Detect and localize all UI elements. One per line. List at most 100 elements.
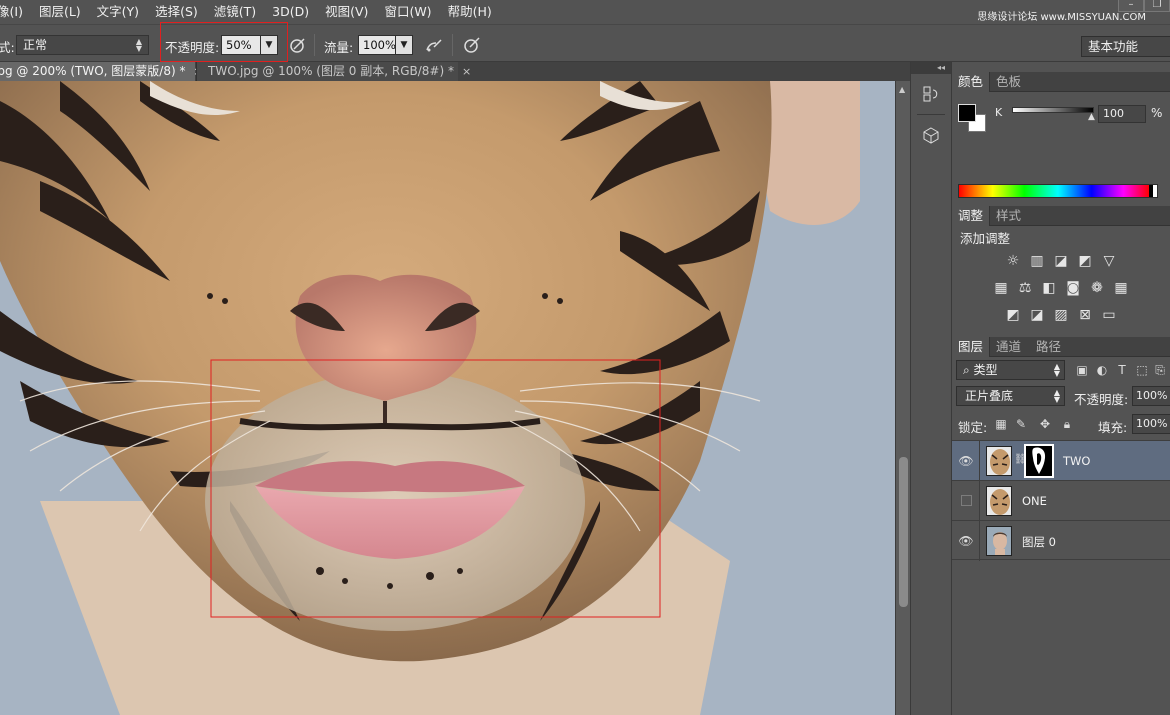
separator (314, 34, 315, 56)
scroll-up-icon[interactable]: ▲ (899, 85, 905, 94)
layer-thumbnail (986, 526, 1012, 556)
document-tabs: jpg @ 200% (TWO, 图层蒙版/8) *× TWO.jpg @ 10… (0, 62, 910, 81)
k-value-input[interactable]: 100 (1098, 105, 1146, 123)
scrollbar-thumb[interactable] (899, 457, 908, 607)
layers-panel-tabs: 图层 通道 路径 (952, 337, 1170, 357)
photo-filter-icon[interactable]: ◙ (1064, 279, 1082, 297)
layer-row-layer0[interactable]: 👁︎ 图层 0 (952, 520, 1170, 561)
exposure-icon[interactable]: ◩ (1076, 252, 1094, 270)
layer-mask-thumbnail[interactable] (1024, 444, 1054, 478)
layer-row-one[interactable]: ONE (952, 480, 1170, 521)
invert-icon[interactable]: ◩ (1004, 306, 1022, 324)
layer-blend-mode-dropdown[interactable]: 正片叠底 ▲ ▼ (956, 386, 1065, 406)
shape-filter-icon[interactable]: ⬚ (1134, 362, 1150, 378)
posterize-icon[interactable]: ◪ (1028, 306, 1046, 324)
flow-dropdown-button[interactable]: ▼ (395, 35, 413, 55)
search-icon: ⌕ (963, 363, 974, 377)
slider-thumb-icon[interactable]: ▲ (1088, 112, 1095, 122)
layer-thumbnail (986, 486, 1012, 516)
threshold-icon[interactable]: ▨ (1052, 306, 1070, 324)
menu-help[interactable]: 帮助(H) (440, 0, 500, 24)
separator (452, 34, 453, 56)
collapsed-panel-strip: ◂◂ (910, 62, 952, 715)
tab-two-jpg[interactable]: TWO.jpg @ 100% (图层 0 副本, RGB/8#) * × (196, 62, 471, 81)
gradient-map-icon[interactable]: ▭ (1100, 306, 1118, 324)
blend-mode-dropdown[interactable]: 正常 ▲ ▼ (16, 35, 149, 55)
tab-label: TWO.jpg @ 100% (图层 0 副本, RGB/8#) * (208, 64, 454, 78)
levels-icon[interactable]: ▥ (1028, 252, 1046, 270)
vibrance-icon[interactable]: ▦ (992, 279, 1010, 297)
menu-window[interactable]: 窗口(W) (376, 0, 439, 24)
add-adjustment-title: 添加调整 (960, 231, 1011, 246)
divider (979, 441, 980, 481)
layer-name: TWO (1063, 454, 1091, 468)
airbrush-pressure-icon[interactable] (288, 35, 308, 55)
smart-object-filter-icon[interactable]: ⎘ (1152, 362, 1168, 378)
k-channel-label: K (995, 106, 1003, 119)
tab-channels[interactable]: 通道 (990, 337, 1027, 357)
layer-filter-dropdown[interactable]: ⌕ 类型 ▲ ▼ (956, 360, 1065, 380)
right-panels: 颜色 色板 K ▲ 100 % 调整 样式 添加调整 ☼ ▥ ◪ ◩ ▽ ▦ ⚖… (952, 62, 1170, 715)
vertical-scrollbar[interactable]: ▲ (895, 81, 910, 715)
lock-label: 锁定: (958, 420, 988, 435)
menu-view[interactable]: 视图(V) (317, 0, 376, 24)
layer-opacity-label: 不透明度: (1074, 392, 1129, 407)
color-spectrum-bar[interactable] (958, 184, 1158, 198)
menu-image[interactable]: 像(I) (0, 0, 31, 24)
collapse-icon[interactable]: ◂◂ (911, 62, 951, 74)
color-panel-tabs: 颜色 色板 (952, 72, 1170, 92)
lookup-icon[interactable]: ▦ (1112, 279, 1130, 297)
menu-filter[interactable]: 滤镜(T) (206, 0, 264, 24)
triangle-icon[interactable]: ▽ (1100, 252, 1118, 270)
tab-swatches[interactable]: 色板 (990, 72, 1027, 92)
tab-adjustments[interactable]: 调整 (952, 206, 991, 226)
3d-panel-icon[interactable] (919, 125, 943, 149)
adjustment-row-2: ▦ ⚖ ◧ ◙ ❁ ▦ (952, 279, 1170, 297)
restore-icon[interactable]: ❐ (1144, 0, 1170, 12)
menu-layer[interactable]: 图层(L) (31, 0, 89, 24)
adjustment-filter-icon[interactable]: ◐ (1094, 362, 1110, 378)
tab-styles[interactable]: 样式 (990, 206, 1027, 226)
flow-input[interactable]: 100% (358, 35, 396, 55)
mode-label: 式: (0, 40, 15, 55)
tab-two-mask[interactable]: jpg @ 200% (TWO, 图层蒙版/8) *× (0, 62, 203, 81)
lock-image-icon[interactable]: ✎ (1014, 417, 1028, 431)
lock-transparent-icon[interactable]: ▦ (994, 417, 1008, 431)
history-icon[interactable] (919, 84, 943, 108)
type-filter-icon[interactable]: T (1114, 362, 1130, 378)
pixel-filter-icon[interactable]: ▣ (1074, 362, 1090, 378)
blend-mode-value: 正常 (23, 38, 48, 52)
eye-icon[interactable]: 👁︎ (958, 533, 974, 549)
tab-paths[interactable]: 路径 (1030, 337, 1067, 357)
foreground-color-swatch[interactable] (958, 104, 976, 122)
divider (979, 481, 980, 521)
tab-layers[interactable]: 图层 (952, 337, 991, 357)
layer-opacity-input[interactable]: 100% (1132, 386, 1170, 406)
bw-icon[interactable]: ◧ (1040, 279, 1058, 297)
tablet-size-icon[interactable] (462, 35, 482, 55)
menu-type[interactable]: 文字(Y) (89, 0, 147, 24)
balance-icon[interactable]: ⚖ (1016, 279, 1034, 297)
document-canvas[interactable] (0, 81, 895, 715)
lock-position-icon[interactable]: ✥ (1038, 417, 1052, 431)
lock-all-icon[interactable]: 🔒︎ (1060, 417, 1074, 431)
mixer-icon[interactable]: ❁ (1088, 279, 1106, 297)
eye-icon[interactable]: 👁︎ (958, 453, 974, 469)
close-icon[interactable]: × (462, 65, 471, 78)
menu-select[interactable]: 选择(S) (147, 0, 206, 24)
adjustment-row-3: ◩ ◪ ▨ ⊠ ▭ (952, 306, 1170, 324)
workspace-switcher[interactable]: 基本功能 (1081, 36, 1170, 57)
k-slider-track[interactable] (1012, 107, 1094, 113)
divider (917, 114, 945, 115)
airbrush-icon[interactable] (424, 35, 444, 55)
layer-row-two[interactable]: 👁︎ ⛓ TWO (952, 440, 1170, 481)
tab-label: jpg @ 200% (TWO, 图层蒙版/8) * (0, 64, 186, 78)
selective-color-icon[interactable]: ⊠ (1076, 306, 1094, 324)
blend-value: 正片叠底 (965, 389, 1014, 403)
tab-color[interactable]: 颜色 (952, 72, 991, 92)
visibility-toggle-off[interactable] (961, 495, 972, 506)
brightness-icon[interactable]: ☼ (1004, 252, 1022, 270)
curves-icon[interactable]: ◪ (1052, 252, 1070, 270)
fill-input[interactable]: 100% (1132, 414, 1170, 434)
menu-3d[interactable]: 3D(D) (264, 0, 317, 24)
